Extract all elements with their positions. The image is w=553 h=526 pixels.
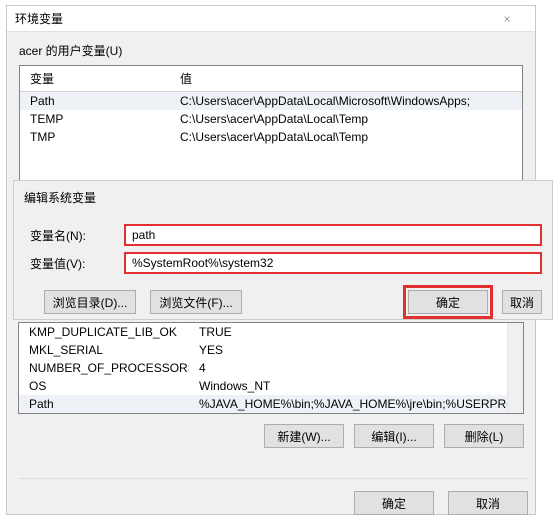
edit-button[interactable]: 编辑(I)... — [354, 424, 434, 448]
system-vars-buttons: 新建(W)... 编辑(I)... 删除(L) — [18, 424, 524, 448]
cell-value: TRUE — [189, 323, 523, 341]
cell-name: OS — [19, 377, 189, 395]
table-row[interactable]: TEMP C:\Users\acer\AppData\Local\Temp — [20, 110, 522, 128]
ok-button[interactable]: 确定 — [408, 290, 488, 314]
cell-name: NUMBER_OF_PROCESSORS — [19, 359, 189, 377]
var-name-label: 变量名(N): — [24, 227, 124, 244]
col-name[interactable]: 变量 — [20, 66, 170, 91]
table-row[interactable]: TMP C:\Users\acer\AppData\Local\Temp — [20, 128, 522, 146]
close-icon[interactable]: × — [487, 12, 527, 26]
cell-name: KMP_DUPLICATE_LIB_OK — [19, 323, 189, 341]
table-header: 变量 值 — [20, 66, 522, 92]
system-vars-table[interactable]: KMP_DUPLICATE_LIB_OK TRUE MKL_SERIAL YES… — [18, 322, 524, 414]
edit-system-variable-dialog: 编辑系统变量 变量名(N): 变量值(V): 浏览目录(D)... 浏览文件(F… — [13, 180, 553, 320]
cancel-button[interactable]: 取消 — [448, 491, 528, 515]
dialog-bottom-buttons: 确定 取消 — [18, 478, 528, 515]
browse-file-button[interactable]: 浏览文件(F)... — [150, 290, 242, 314]
user-vars-label: acer 的用户变量(U) — [7, 32, 535, 65]
cell-name: Path — [20, 92, 170, 110]
var-value-input[interactable] — [124, 252, 542, 274]
scrollbar[interactable] — [507, 323, 523, 413]
cancel-button[interactable]: 取消 — [502, 290, 542, 314]
table-row[interactable]: KMP_DUPLICATE_LIB_OK TRUE — [19, 323, 523, 341]
cell-value: Windows_NT — [189, 377, 523, 395]
col-value[interactable]: 值 — [170, 66, 522, 91]
user-vars-table[interactable]: 变量 值 Path C:\Users\acer\AppData\Local\Mi… — [19, 65, 523, 187]
cell-name: Path — [19, 395, 189, 413]
dialog-title: 编辑系统变量 — [14, 185, 552, 218]
ok-button[interactable]: 确定 — [354, 491, 434, 515]
var-name-input[interactable] — [124, 224, 542, 246]
cell-name: TMP — [20, 128, 170, 146]
delete-button[interactable]: 删除(L) — [444, 424, 524, 448]
cell-value: C:\Users\acer\AppData\Local\Temp — [170, 110, 522, 128]
cell-name: MKL_SERIAL — [19, 341, 189, 359]
table-row[interactable]: Path %JAVA_HOME%\bin;%JAVA_HOME%\jre\bin… — [19, 395, 523, 413]
cell-value: C:\Users\acer\AppData\Local\Temp — [170, 128, 522, 146]
table-row[interactable]: OS Windows_NT — [19, 377, 523, 395]
window-title: 环境变量 — [15, 10, 63, 27]
cell-value: .COM;.EXE;.BAT;.CMD;.VBS;.VBE;.JS;.JSE;.… — [189, 413, 523, 414]
table-row[interactable]: MKL_SERIAL YES — [19, 341, 523, 359]
browse-dir-button[interactable]: 浏览目录(D)... — [44, 290, 136, 314]
var-value-label: 变量值(V): — [24, 255, 124, 272]
cell-name: PATHEXT — [19, 413, 189, 414]
table-row[interactable]: PATHEXT .COM;.EXE;.BAT;.CMD;.VBS;.VBE;.J… — [19, 413, 523, 414]
cell-value: C:\Users\acer\AppData\Local\Microsoft\Wi… — [170, 92, 522, 110]
cell-value: %JAVA_HOME%\bin;%JAVA_HOME%\jre\bin;%USE… — [189, 395, 523, 413]
new-button[interactable]: 新建(W)... — [264, 424, 344, 448]
table-row[interactable]: NUMBER_OF_PROCESSORS 4 — [19, 359, 523, 377]
titlebar: 环境变量 × — [7, 6, 535, 32]
cell-value: 4 — [189, 359, 523, 377]
cell-value: YES — [189, 341, 523, 359]
cell-name: TEMP — [20, 110, 170, 128]
table-row[interactable]: Path C:\Users\acer\AppData\Local\Microso… — [20, 92, 522, 110]
